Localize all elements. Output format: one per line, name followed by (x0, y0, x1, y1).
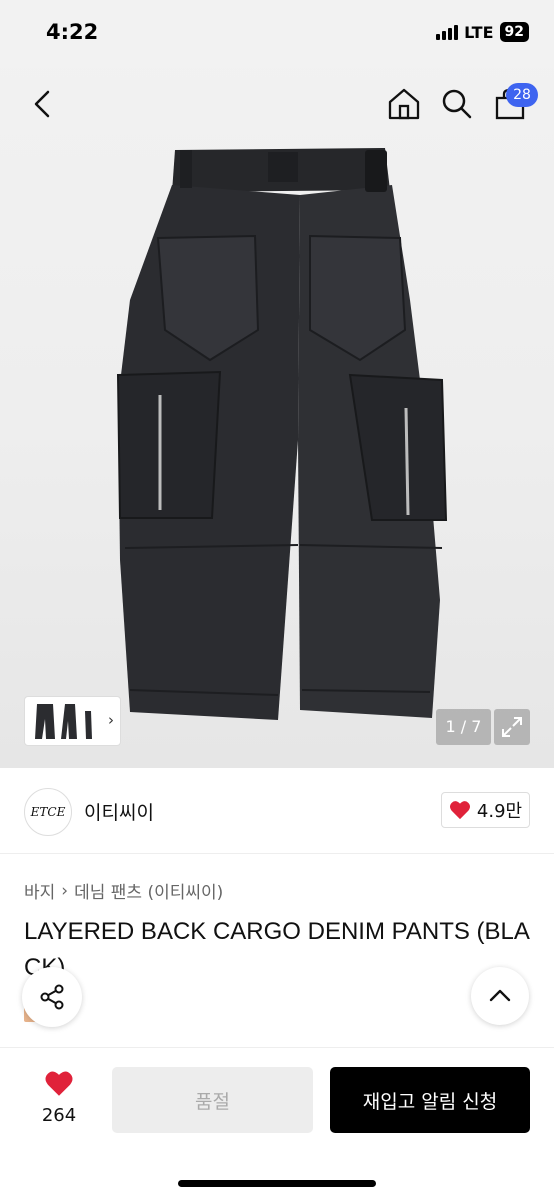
brand-name[interactable]: 이티씨이 (84, 798, 154, 825)
product-title: LAYERED BACK CARGO DENIM PANTS (BLACK) (24, 918, 530, 981)
status-time: 4:22 (46, 20, 99, 44)
back-icon (34, 90, 50, 118)
image-counter: 1 / 7 (436, 709, 491, 745)
expand-button[interactable] (494, 709, 530, 745)
status-indicators: LTE 92 (436, 22, 529, 42)
network-label: LTE (464, 22, 494, 42)
gallery-thumbnail-strip[interactable]: › (24, 696, 121, 746)
brand-row[interactable]: ETCE 이티씨이 4.9만 (0, 768, 554, 854)
thumbnail-image (35, 704, 92, 739)
brand-like-count: 4.9만 (476, 801, 523, 822)
signal-icon (436, 24, 459, 40)
scroll-top-button[interactable] (471, 967, 529, 1025)
bottom-action-bar: 264 품절 재입고 알림 신청 (0, 1047, 554, 1200)
chevron-up-icon (489, 989, 511, 1002)
brand-like-button[interactable]: 4.9만 (441, 792, 530, 828)
expand-icon (502, 717, 522, 737)
home-indicator (178, 1180, 376, 1187)
share-icon (40, 984, 64, 1010)
search-button[interactable] (437, 84, 477, 124)
restock-notify-button[interactable]: 재입고 알림 신청 (330, 1067, 530, 1133)
heart-icon (449, 801, 470, 820)
product-like-count: 264 (41, 1105, 77, 1126)
home-button[interactable] (384, 84, 424, 124)
home-icon (388, 88, 420, 120)
product-like-button[interactable]: 264 (24, 1070, 94, 1126)
search-icon (442, 89, 472, 119)
chevron-right-icon: › (108, 711, 114, 729)
status-bar: 4:22 LTE 92 (0, 0, 554, 68)
share-button[interactable] (22, 967, 82, 1027)
battery-icon: 92 (499, 22, 529, 42)
breadcrumb-item[interactable]: 데님 팬츠 (이티씨이) (74, 878, 223, 903)
heart-icon (45, 1071, 73, 1096)
brand-logo[interactable]: ETCE (24, 788, 72, 836)
breadcrumb-separator-icon: › (61, 880, 69, 901)
soldout-button[interactable]: 품절 (112, 1067, 313, 1133)
breadcrumb-item[interactable]: 바지 (24, 878, 55, 903)
breadcrumb: 바지 › 데님 팬츠 (이티씨이) (24, 878, 223, 904)
cart-count-badge: 28 (506, 83, 538, 107)
back-button[interactable] (24, 84, 64, 124)
